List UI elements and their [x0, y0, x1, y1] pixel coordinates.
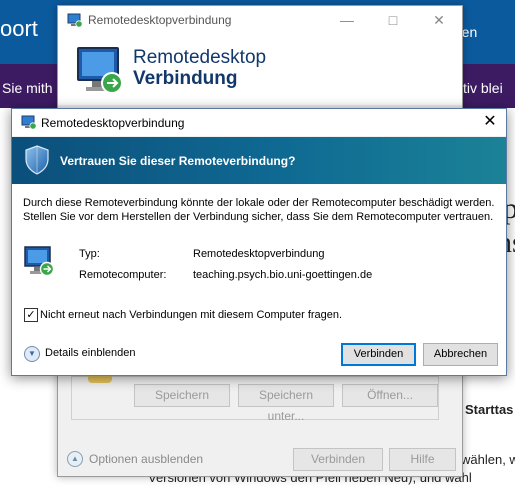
site-text-fragment: wählen, w	[461, 452, 515, 467]
remote-desktop-icon	[24, 245, 56, 282]
site-info-text-left: Sie mith	[2, 80, 53, 96]
rdp-banner-title: Remotedesktop	[133, 47, 267, 68]
chevron-up-icon[interactable]: ▲	[67, 451, 83, 467]
hide-options-link[interactable]: Optionen ausblenden	[89, 452, 203, 466]
help-button[interactable]: Hilfe	[389, 448, 456, 471]
connection-settings-group: Speichern Speichern unter... Öffnen...	[71, 375, 439, 423]
type-label: Typ:	[79, 248, 100, 260]
remote-desktop-icon	[67, 13, 83, 33]
remote-desktop-icon	[76, 45, 126, 102]
remote-computer-value: teaching.psych.bio.uni-goettingen.de	[193, 269, 373, 281]
type-value: Remotedesktopverbindung	[193, 248, 325, 260]
site-header-text-left: oort	[0, 16, 38, 41]
site-text-fragment: Starttas	[465, 402, 514, 417]
trust-dialog: Remotedesktopverbindung ✕ Vertrauen Sie …	[11, 108, 507, 376]
dont-ask-again-label[interactable]: Nicht erneut nach Verbindungen mit diese…	[40, 309, 342, 321]
open-button[interactable]: Öffnen...	[342, 384, 438, 407]
rdp-banner-subtitle: Verbindung	[133, 68, 238, 89]
warning-message-line-2: Stellen Sie vor dem Herstellen der Verbi…	[23, 211, 494, 223]
dialog-titlebar[interactable]: Remotedesktopverbindung ✕	[12, 109, 506, 136]
rdp-connect-button[interactable]: Verbinden	[293, 448, 383, 471]
chevron-down-icon[interactable]: ▼	[24, 346, 40, 362]
cancel-button[interactable]: Abbrechen	[423, 343, 498, 366]
dialog-body: Durch diese Remoteverbindung könnte der …	[12, 184, 506, 375]
shield-icon	[24, 145, 50, 180]
close-icon[interactable]: ✕	[474, 109, 506, 136]
dialog-header-band: Vertrauen Sie dieser Remoteverbindung?	[12, 137, 506, 184]
save-as-button[interactable]: Speichern unter...	[238, 384, 334, 423]
maximize-icon[interactable]: □	[370, 6, 416, 35]
dialog-header-text: Vertrauen Sie dieser Remoteverbindung?	[60, 154, 296, 168]
dialog-title: Remotedesktopverbindung	[41, 116, 185, 130]
connect-button[interactable]: Verbinden	[341, 343, 416, 366]
dont-ask-again-checkbox[interactable]: ✓	[24, 308, 38, 322]
rdp-titlebar[interactable]: Remotedesktopverbindung — □ ✕	[58, 6, 462, 35]
remote-computer-label: Remotecomputer:	[79, 269, 167, 281]
rdp-window-title: Remotedesktopverbindung	[88, 13, 232, 27]
save-button[interactable]: Speichern	[134, 384, 230, 407]
minimize-icon[interactable]: —	[324, 6, 370, 35]
remote-desktop-icon	[21, 115, 37, 135]
settings-icon	[88, 375, 112, 383]
close-icon[interactable]: ✕	[416, 6, 462, 35]
rdp-banner: Remotedesktop Verbindung	[58, 35, 462, 105]
site-info-text-right: ktiv blei	[456, 80, 503, 96]
warning-message-line-1: Durch diese Remoteverbindung könnte der …	[23, 197, 495, 209]
show-details-link[interactable]: Details einblenden	[45, 347, 136, 359]
